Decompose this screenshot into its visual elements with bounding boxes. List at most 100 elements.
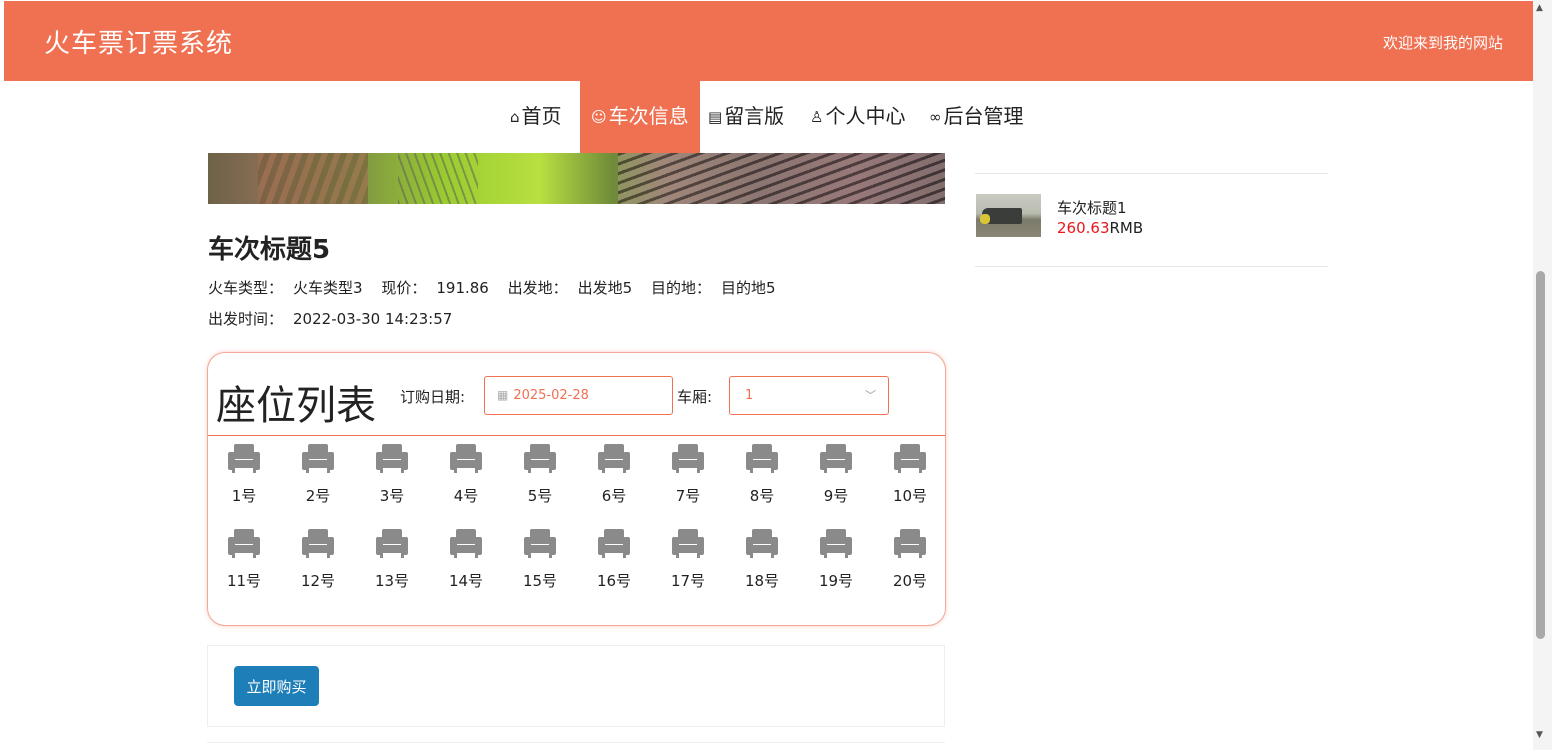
train-banner-image [208,153,945,204]
scroll-up-arrow-icon[interactable]: ▲ [1536,3,1543,13]
seat-icon [732,528,792,558]
nav-item-label: 留言版 [724,104,785,128]
seat-icon [806,443,866,473]
seat-number: 7号 [675,487,701,505]
car-label: 车厢: [677,388,713,406]
seat-item[interactable]: 15号 [510,528,570,591]
seat-item[interactable]: 12号 [288,528,348,591]
chevron-down-icon: ﹀ [865,389,876,402]
origin-value: 出发地5 [577,279,633,297]
destination-label: 目的地： [650,279,711,297]
buy-box: 立即购买 [207,645,945,727]
seat-icon [288,528,348,558]
nav-item-user-center[interactable]: ♙ 个人中心 [810,81,905,153]
nav-item-train-info[interactable]: ☺ 车次信息 [580,81,700,153]
seat-item[interactable]: 4号 [436,443,496,506]
top-header: 火车票订票系统 欢迎来到我的网站 [4,1,1533,81]
panel-divider [208,435,945,436]
seat-icon [214,528,274,558]
seat-icon [288,443,348,473]
scroll-down-arrow-icon[interactable]: ▼ [1536,730,1543,740]
train-title: 车次标题5 [208,235,331,265]
seat-item[interactable]: 9号 [806,443,866,506]
calendar-icon: ▦ [497,388,509,402]
seat-number: 14号 [448,572,484,590]
nav-item-admin[interactable]: ∞ 后台管理 [929,81,1024,153]
sidebar-divider [975,266,1328,267]
destination-value: 目的地5 [721,279,776,297]
seat-item[interactable]: 3号 [362,443,422,506]
seat-item[interactable]: 18号 [732,528,792,591]
seat-number: 11号 [226,572,262,590]
date-value: 2025-02-28 [513,388,589,403]
seat-item[interactable]: 16号 [584,528,644,591]
seat-item[interactable]: 1号 [214,443,274,506]
seat-item[interactable]: 20号 [880,528,940,591]
seat-number: 20号 [892,572,928,590]
seat-item[interactable]: 6号 [584,443,644,506]
car-value: 1 [745,388,754,403]
departure-label: 出发时间： [208,310,284,328]
seat-item[interactable]: 2号 [288,443,348,506]
sidebar-item-price: 260.63RMB [1057,219,1143,237]
seat-item[interactable]: 8号 [732,443,792,506]
seat-item[interactable]: 5号 [510,443,570,506]
seat-icon [362,528,422,558]
seat-icon [584,528,644,558]
seat-icon [732,443,792,473]
sidebar-item-title[interactable]: 车次标题1 [1057,197,1127,218]
seat-number: 19号 [818,572,854,590]
seat-icon [584,443,644,473]
seat-number: 5号 [527,487,553,505]
seat-panel: 座位列表 订购日期: ▦ 2025-02-28 车厢: 1 ﹀ 1号 2号 3号 4号 5… [207,352,946,626]
nav-item-label: 后台管理 [943,104,1024,128]
seat-number: 8号 [749,487,775,505]
user-icon: ♙ [810,108,824,126]
car-select[interactable]: 1 ﹀ [729,376,889,415]
seat-item[interactable]: 10号 [880,443,940,506]
seat-icon [880,528,940,558]
buy-now-button[interactable]: 立即购买 [234,666,319,706]
departure-value: 2022-03-30 14:23:57 [293,310,453,328]
seat-icon [510,528,570,558]
seat-number: 18号 [744,572,780,590]
seat-icon [510,443,570,473]
sidebar-item-thumbnail[interactable] [976,194,1041,237]
site-title[interactable]: 火车票订票系统 [44,23,233,60]
seat-item[interactable]: 7号 [658,443,718,506]
seat-item[interactable]: 17号 [658,528,718,591]
seat-item[interactable]: 13号 [362,528,422,591]
seat-icon [214,443,274,473]
nav-item-label: 车次信息 [608,104,689,128]
price-unit: RMB [1109,219,1144,237]
seat-number: 1号 [231,487,257,505]
seat-list-heading: 座位列表 [216,383,376,429]
seat-number: 2号 [305,487,331,505]
calendar-icon: ▤ [708,108,723,126]
date-label: 订购日期: [400,388,466,406]
seat-number: 16号 [596,572,632,590]
sidebar-divider [975,173,1328,174]
seat-item[interactable]: 14号 [436,528,496,591]
seat-icon [880,443,940,473]
seat-number: 3号 [379,487,405,505]
seat-number: 9号 [823,487,849,505]
train-info-line: 火车类型： 火车类型3 现价： 191.86 出发地： 出发地5 目的地： 目的地5 [208,277,790,298]
date-picker-input[interactable]: ▦ 2025-02-28 [484,376,673,415]
seat-icon [658,528,718,558]
link-icon: ∞ [929,108,942,126]
seat-icon [436,528,496,558]
seat-icon [362,443,422,473]
seat-item[interactable]: 11号 [214,528,274,591]
type-label: 火车类型： [208,279,284,297]
origin-label: 出发地： [507,279,568,297]
price-value: 260.63 [1057,219,1110,237]
nav-item-home[interactable]: ⌂ 首页 [510,81,562,153]
seat-item[interactable]: 19号 [806,528,866,591]
seat-icon [658,443,718,473]
seat-number: 13号 [374,572,410,590]
scrollbar-thumb[interactable] [1536,271,1545,639]
main-nav: ⌂ 首页 ☺ 车次信息 ▤ 留言版 ♙ 个人中心 ∞ 后台管理 [0,81,1533,153]
smile-icon: ☺ [591,108,607,126]
nav-item-message-board[interactable]: ▤ 留言版 [708,81,784,153]
